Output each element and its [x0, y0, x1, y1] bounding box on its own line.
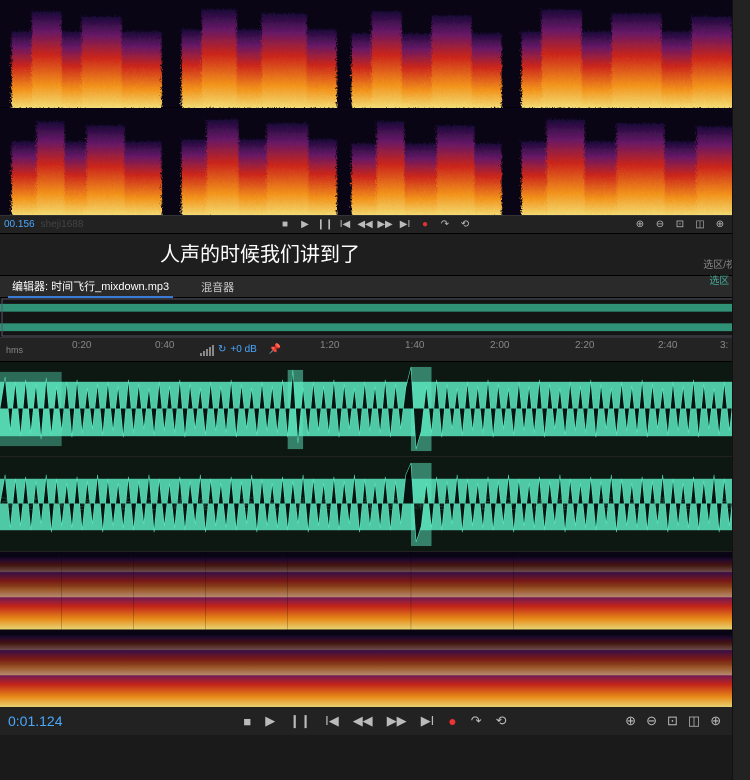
tab-mixer[interactable]: 混音器: [197, 277, 238, 297]
tick: 1:40: [405, 340, 424, 351]
stop-button[interactable]: ■: [243, 714, 251, 729]
zoom-in-icon[interactable]: ⊕: [634, 219, 646, 231]
spectro-channel-right: [0, 108, 750, 216]
zoom-sel-icon[interactable]: ◫: [694, 219, 706, 231]
zoom-fit-icon[interactable]: ⊡: [667, 713, 678, 729]
stop-button[interactable]: ■: [279, 219, 291, 231]
spectro-channel-left: [0, 0, 750, 108]
skip-start-button[interactable]: I◀: [325, 713, 339, 729]
tick: 2:40: [658, 340, 677, 351]
export-button[interactable]: ↷: [471, 713, 482, 729]
skip-end-button[interactable]: ▶I: [399, 219, 411, 231]
waveform-channel-left: [0, 362, 750, 457]
zoom-out-icon[interactable]: ⊖: [646, 713, 657, 729]
zoom-sel-icon[interactable]: ◫: [688, 713, 700, 729]
level-meter-group: ↻ +0 dB 📌: [200, 344, 281, 356]
zoom-out-icon[interactable]: ⊖: [654, 219, 666, 231]
pause-button[interactable]: ❙❙: [319, 219, 331, 231]
rewind-button[interactable]: ◀◀: [353, 713, 373, 729]
forward-button[interactable]: ▶▶: [387, 713, 407, 729]
forward-button[interactable]: ▶▶: [379, 219, 391, 231]
watermark-text: sheji1688: [41, 219, 84, 230]
top-transport-bar: 00.156 sheji1688 ■ ▶ ❙❙ I◀ ◀◀ ▶▶ ▶I ● ↷ …: [0, 216, 750, 234]
export-button[interactable]: ↷: [439, 219, 451, 231]
overview-waveform[interactable]: [0, 298, 750, 338]
skip-start-button[interactable]: I◀: [339, 219, 351, 231]
time-unit-label: hms: [6, 345, 23, 355]
editor-tabs: 编辑器: 时间飞行_mixdown.mp3 混音器: [0, 276, 750, 298]
zoom-fit-icon[interactable]: ⊡: [674, 219, 686, 231]
loop-button[interactable]: ⟲: [496, 713, 507, 729]
record-button[interactable]: ●: [448, 713, 456, 729]
play-button[interactable]: ▶: [265, 713, 275, 729]
subtitle-strip: 人声的时候我们讲到了: [0, 234, 750, 276]
rewind-button[interactable]: ◀◀: [359, 219, 371, 231]
tick: 0:40: [155, 340, 174, 351]
skip-end-button[interactable]: ▶I: [421, 713, 435, 729]
right-sidebar: [732, 0, 750, 780]
main-waveform[interactable]: 百艺课堂 百艺课堂 百艺课堂 百艺课堂 百艺课堂 百艺课堂 百艺课堂 百: [0, 362, 750, 552]
spectro-lower-left: [0, 552, 750, 630]
timecode-display: 0:01.124: [8, 713, 63, 729]
pause-button[interactable]: ❙❙: [289, 713, 311, 729]
tick: 1:20: [320, 340, 339, 351]
loop-button[interactable]: ⟲: [459, 219, 471, 231]
record-button[interactable]: ●: [419, 219, 431, 231]
tick: 3:: [720, 340, 728, 351]
waveform-channel-right: 百艺课堂 百艺课堂 百艺课堂 百艺课堂 百艺课堂 百艺课堂 百艺课堂 百: [0, 457, 750, 552]
zoom-in-v-icon[interactable]: ⊕: [714, 219, 726, 231]
subtitle-text: 人声的时候我们讲到了: [160, 238, 360, 267]
level-bars-icon: [200, 344, 214, 356]
top-time-readout: 00.156: [4, 219, 35, 230]
bottom-transport-bar: 0:01.124 ■ ▶ ❙❙ I◀ ◀◀ ▶▶ ▶I ● ↷ ⟲ ⊕ ⊖ ⊡ …: [0, 707, 750, 735]
watermark-overlay: 百艺课堂 百艺课堂 百艺课堂 百艺课堂 百艺课堂 百艺课堂 百艺课堂 百: [0, 494, 750, 514]
pin-icon[interactable]: 📌: [269, 344, 281, 355]
spectro-lower-right: [0, 630, 750, 708]
top-spectrogram[interactable]: [0, 0, 750, 216]
tick: 2:00: [490, 340, 509, 351]
level-reset-icon[interactable]: ↻: [218, 344, 226, 355]
tick: 2:20: [575, 340, 594, 351]
tab-editor[interactable]: 编辑器: 时间飞行_mixdown.mp3: [8, 276, 173, 298]
play-button[interactable]: ▶: [299, 219, 311, 231]
zoom-in-v-icon[interactable]: ⊕: [710, 713, 721, 729]
level-value: +0 dB: [230, 344, 256, 355]
zoom-in-icon[interactable]: ⊕: [625, 713, 636, 729]
tick: 0:20: [72, 340, 91, 351]
timeline-ruler[interactable]: hms 0:20 0:40 ↻ +0 dB 📌 1:20 1:40 2:00 2…: [0, 338, 750, 362]
lower-spectrogram[interactable]: [0, 552, 750, 707]
